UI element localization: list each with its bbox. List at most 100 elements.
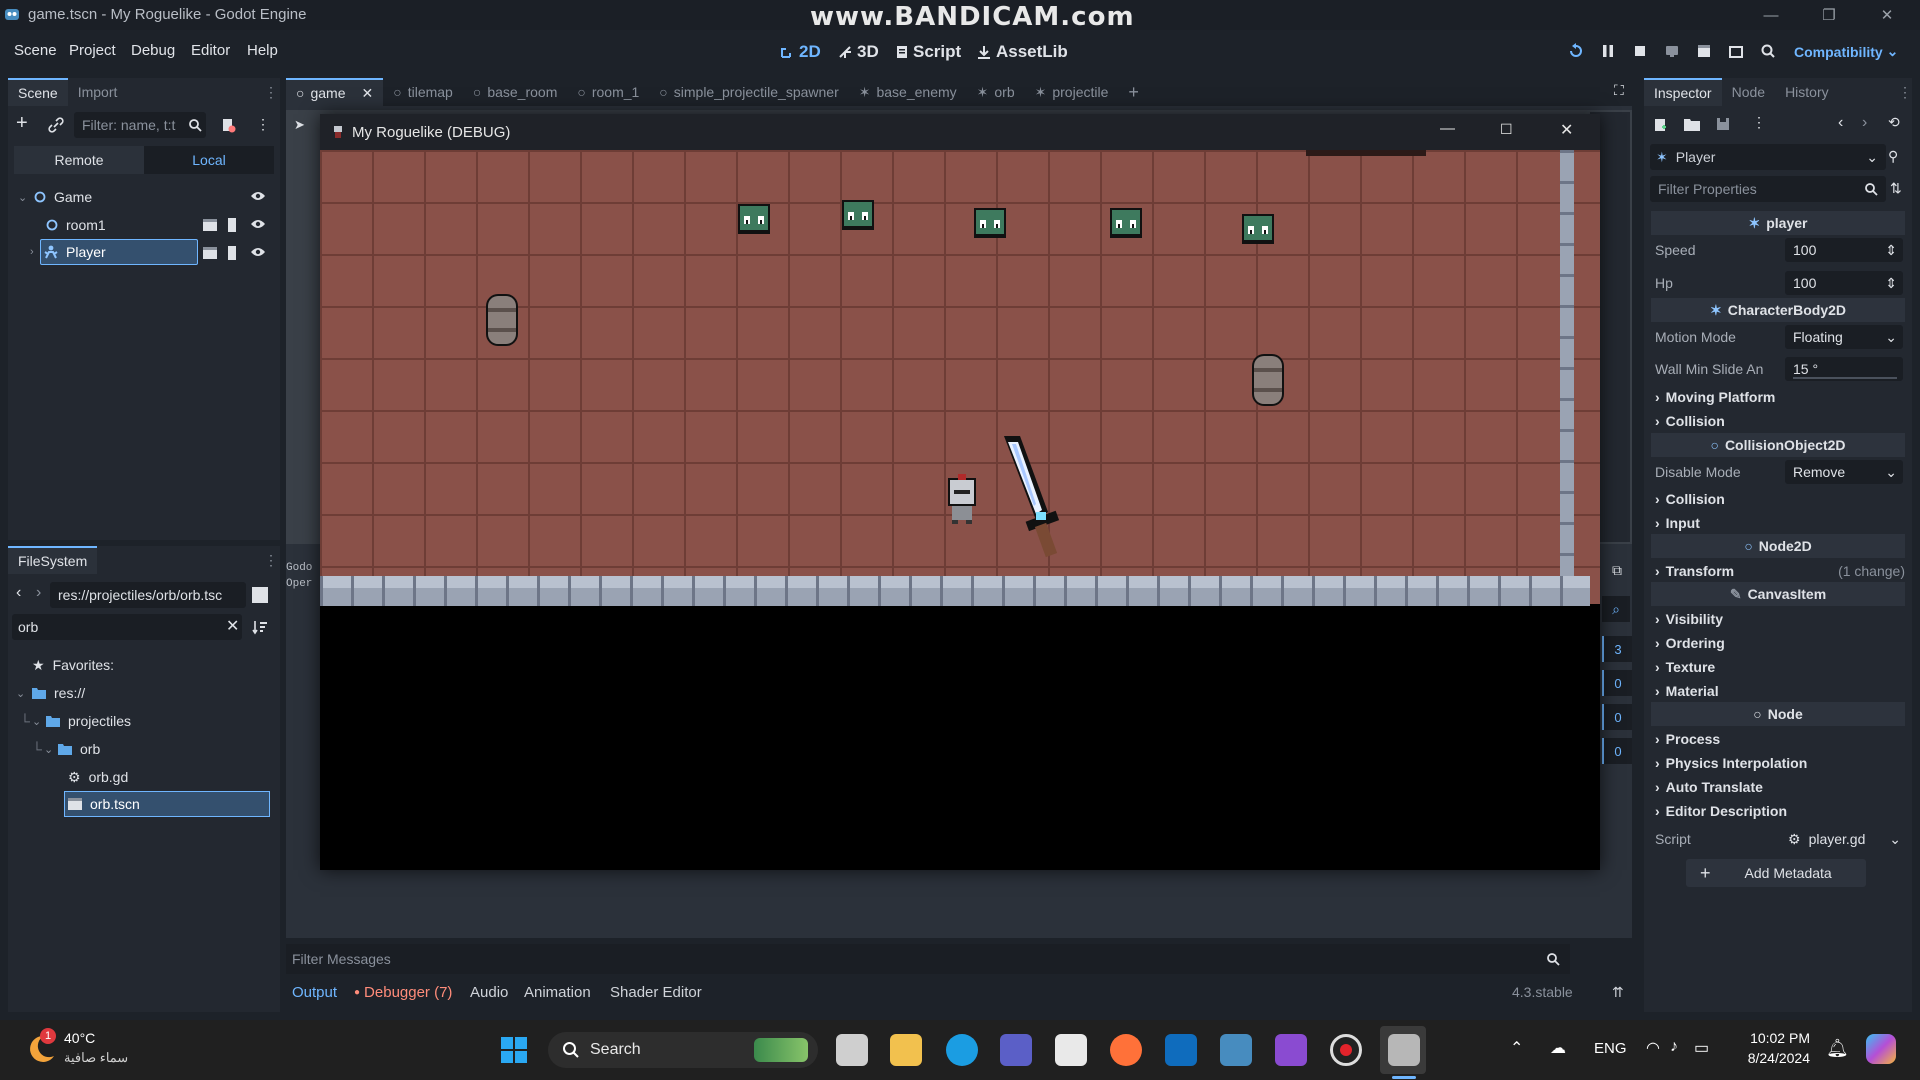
stop-icon[interactable] bbox=[1632, 43, 1648, 59]
split-view-icon[interactable] bbox=[252, 587, 268, 603]
minimize-button[interactable]: — bbox=[1760, 4, 1782, 26]
add-tab-icon[interactable]: + bbox=[1118, 78, 1149, 106]
group-collision[interactable]: › Collision bbox=[1655, 488, 1905, 510]
tree-node-player[interactable]: › Player bbox=[30, 239, 106, 265]
add-metadata-button[interactable]: + Add Metadata bbox=[1686, 859, 1866, 887]
run-specific-scene-icon[interactable] bbox=[1728, 43, 1744, 59]
maximize-button[interactable]: ☐ bbox=[1500, 121, 1513, 138]
group-editor-description[interactable]: › Editor Description bbox=[1655, 800, 1905, 822]
instance-scene-icon[interactable] bbox=[202, 246, 218, 260]
add-node-icon[interactable]: + bbox=[16, 112, 28, 135]
remote-debug-icon[interactable] bbox=[1568, 43, 1584, 59]
path-input[interactable]: res://projectiles/orb/orb.tsc bbox=[50, 582, 246, 608]
bandicam-record-icon[interactable] bbox=[1330, 1034, 1362, 1066]
tab-projectile[interactable]: ✶ projectile bbox=[1025, 78, 1119, 106]
run-current-scene-icon[interactable] bbox=[1696, 43, 1712, 59]
inspected-object-select[interactable]: ✶ Player ⌄ bbox=[1650, 144, 1886, 170]
taskbar-search-box[interactable]: Search bbox=[548, 1032, 818, 1068]
cloud-offline-icon[interactable]: ☁ bbox=[1550, 1038, 1566, 1058]
group-input[interactable]: › Input bbox=[1655, 512, 1905, 534]
tab-import[interactable]: Import bbox=[68, 78, 128, 106]
group-physics-interpolation[interactable]: › Physics Interpolation bbox=[1655, 752, 1905, 774]
wall-min-slider[interactable]: 15 ° bbox=[1785, 357, 1903, 381]
tab-scene[interactable]: Scene bbox=[8, 78, 68, 106]
hp-spinbox[interactable]: 100 ⇕ bbox=[1785, 271, 1903, 295]
tab-base-enemy[interactable]: ✶ base_enemy bbox=[849, 78, 967, 106]
search-icon[interactable]: ⌕ bbox=[1602, 596, 1630, 622]
profiler-search-icon[interactable] bbox=[1760, 43, 1776, 59]
sort-icon[interactable]: ⇅ bbox=[1890, 180, 1902, 197]
group-auto-translate[interactable]: › Auto Translate bbox=[1655, 776, 1905, 798]
filter-messages-input[interactable]: Filter Messages bbox=[286, 944, 1570, 974]
pause-icon[interactable] bbox=[1600, 43, 1616, 59]
tab-output[interactable]: Output bbox=[292, 984, 337, 1001]
dock-menu-icon[interactable]: ⋮ bbox=[264, 552, 278, 569]
dock-menu-icon[interactable]: ⋮ bbox=[1898, 84, 1912, 101]
group-transform[interactable]: › Transform (1 change) bbox=[1655, 560, 1905, 582]
workspace-script-button[interactable]: Script bbox=[896, 42, 961, 62]
volume-icon[interactable]: ♪ bbox=[1670, 1038, 1678, 1056]
edge-browser-icon[interactable] bbox=[946, 1034, 978, 1066]
group-moving-platform[interactable]: › Moving Platform bbox=[1655, 386, 1905, 408]
file-search-input[interactable]: orb bbox=[12, 614, 242, 640]
favorites-item[interactable]: ★ Favorites: bbox=[32, 652, 114, 678]
firefox-icon[interactable] bbox=[1110, 1034, 1142, 1066]
motion-mode-select[interactable]: Floating ⌄ bbox=[1785, 325, 1903, 349]
tab-animation[interactable]: Animation bbox=[524, 984, 591, 1001]
menu-debug[interactable]: Debug bbox=[131, 42, 175, 59]
group-visibility[interactable]: › Visibility bbox=[1655, 608, 1905, 630]
tab-shader-editor[interactable]: Shader Editor bbox=[610, 984, 702, 1001]
tab-node[interactable]: Node bbox=[1722, 78, 1775, 106]
object-history-icon[interactable]: ⟲ bbox=[1888, 114, 1900, 131]
script-attached-icon[interactable] bbox=[226, 217, 238, 233]
video-editor-icon[interactable] bbox=[1275, 1034, 1307, 1066]
script-attached-icon[interactable] bbox=[226, 245, 238, 261]
local-tab[interactable]: Local bbox=[144, 146, 274, 174]
group-material[interactable]: › Material bbox=[1655, 680, 1905, 702]
tab-inspector[interactable]: Inspector bbox=[1644, 78, 1722, 106]
clear-search-icon[interactable]: ✕ bbox=[226, 616, 239, 636]
tree-node-room1[interactable]: room1 bbox=[46, 212, 106, 238]
windows-start-icon[interactable] bbox=[500, 1036, 528, 1064]
teams-icon[interactable] bbox=[1000, 1034, 1032, 1066]
scene-tree-menu-icon[interactable]: ⋮ bbox=[256, 116, 270, 133]
history-back-icon[interactable]: ‹ bbox=[1838, 114, 1843, 132]
script-resource-picker[interactable]: ⚙ player.gd ⌄ bbox=[1780, 827, 1905, 851]
close-window-button[interactable]: ✕ bbox=[1560, 120, 1573, 140]
save-icon[interactable] bbox=[1716, 117, 1730, 131]
close-window-button[interactable]: ✕ bbox=[1876, 4, 1898, 26]
maximize-button[interactable]: ❐ bbox=[1818, 4, 1840, 26]
folder-res[interactable]: ⌄ res:// bbox=[16, 680, 85, 706]
menu-scene[interactable]: Scene bbox=[14, 42, 57, 59]
folder-projectiles[interactable]: └ ⌄ projectiles bbox=[20, 708, 131, 734]
minimize-button[interactable]: — bbox=[1440, 120, 1455, 137]
fullscreen-icon[interactable]: ⛶ bbox=[1614, 82, 1624, 99]
copy-icon[interactable]: ⧉ bbox=[1612, 562, 1622, 579]
tab-game[interactable]: ○ game ✕ bbox=[286, 78, 384, 106]
speed-spinbox[interactable]: 100 ⇕ bbox=[1785, 238, 1903, 262]
expand-panel-icon[interactable]: ⇈ bbox=[1612, 984, 1624, 1001]
workspace-2d-button[interactable]: 2D bbox=[780, 42, 821, 62]
clock-date[interactable]: 8/24/2024 bbox=[1740, 1050, 1810, 1066]
link-icon[interactable] bbox=[48, 117, 64, 133]
outlook-icon[interactable] bbox=[1165, 1034, 1197, 1066]
tab-audio[interactable]: Audio bbox=[470, 984, 508, 1001]
forward-arrow-icon[interactable]: › bbox=[36, 584, 41, 602]
scene-filter-input[interactable]: Filter: name, t:t bbox=[74, 112, 206, 138]
folder-orb[interactable]: └ ⌄ orb bbox=[32, 736, 100, 762]
disable-mode-select[interactable]: Remove ⌄ bbox=[1785, 460, 1903, 484]
filter-properties-input[interactable]: Filter Properties bbox=[1650, 176, 1886, 202]
renderer-select[interactable]: Compatibility ⌄ bbox=[1794, 43, 1898, 60]
menu-editor[interactable]: Editor bbox=[191, 42, 230, 59]
attach-script-icon[interactable] bbox=[220, 117, 236, 133]
close-tab-icon[interactable]: ✕ bbox=[362, 85, 374, 102]
group-collision[interactable]: › Collision bbox=[1655, 410, 1905, 432]
group-texture[interactable]: › Texture bbox=[1655, 656, 1905, 678]
open-folder-icon[interactable] bbox=[1684, 117, 1700, 131]
chevron-up-icon[interactable]: ⌃ bbox=[1510, 1038, 1523, 1058]
group-ordering[interactable]: › Ordering bbox=[1655, 632, 1905, 654]
notification-bell-icon[interactable]: 🔔︎ bbox=[1826, 1038, 1849, 1059]
tab-filesystem[interactable]: FileSystem bbox=[8, 546, 98, 574]
tab-debugger[interactable]: ● Debugger (7) bbox=[354, 984, 452, 1001]
history-forward-icon[interactable]: › bbox=[1862, 114, 1867, 132]
